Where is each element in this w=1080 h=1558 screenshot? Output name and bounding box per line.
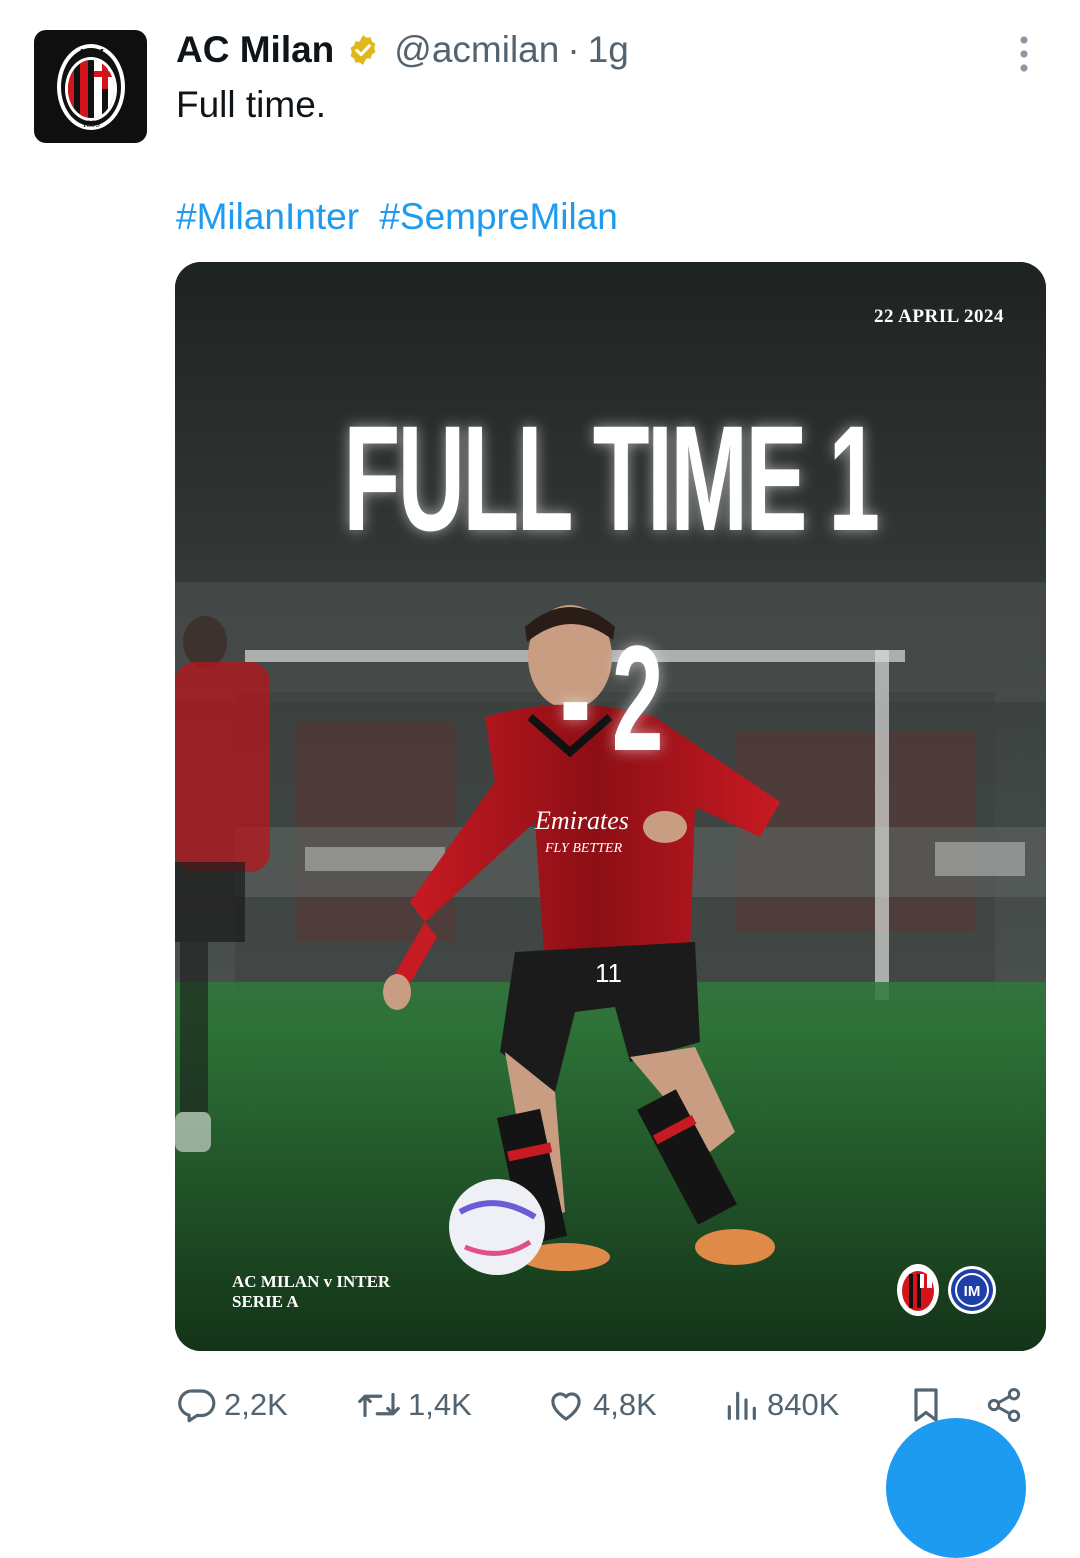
views-button[interactable]: 840K xyxy=(721,1382,839,1428)
like-button[interactable]: 4,8K xyxy=(545,1382,657,1428)
more-icon[interactable] xyxy=(1006,34,1042,74)
compose-fab-button[interactable] xyxy=(886,1418,1026,1558)
like-count: 4,8K xyxy=(593,1387,657,1422)
views-icon xyxy=(727,1391,756,1420)
tweet-text: Full time. xyxy=(176,84,327,125)
hashtag-link[interactable]: #SempreMilan xyxy=(379,196,618,237)
author-name[interactable]: AC Milan xyxy=(176,29,334,71)
retweet-icon xyxy=(358,1392,400,1418)
image-match-teams: AC MILAN v INTER xyxy=(232,1272,391,1291)
tweet-media-image[interactable]: Emirates FLY BETTER 11 22 APRIL 2024 FUL… xyxy=(175,262,1046,1351)
svg-text:ACM: ACM xyxy=(77,47,104,59)
acmilan-badge-icon xyxy=(895,1262,941,1318)
share-button[interactable] xyxy=(984,1382,1024,1428)
avatar[interactable]: ACM 1899 xyxy=(34,30,147,143)
image-match-info: AC MILAN v INTER SERIE A xyxy=(232,1272,390,1312)
reply-button[interactable]: 2,2K xyxy=(176,1382,288,1428)
svg-text:11: 11 xyxy=(595,958,622,988)
tweet-header: AC Milan @acmilan · 1g xyxy=(176,28,629,72)
separator-dot: · xyxy=(567,29,580,70)
hashtag-link[interactable]: #MilanInter xyxy=(176,196,359,237)
image-competition: SERIE A xyxy=(232,1292,299,1311)
reply-icon xyxy=(178,1389,216,1423)
views-count: 840K xyxy=(767,1387,840,1422)
image-headline: FULL TIME 1 - 2 xyxy=(343,394,880,782)
share-icon xyxy=(987,1388,1021,1422)
hashtags: #MilanInter #SempreMilan xyxy=(176,196,618,238)
acmilan-crest-logo: ACM 1899 xyxy=(56,43,125,130)
verified-icon[interactable] xyxy=(346,33,380,67)
retweet-button[interactable]: 1,4K xyxy=(356,1382,472,1428)
like-icon xyxy=(551,1392,581,1421)
image-date: 22 APRIL 2024 xyxy=(873,306,1004,327)
tweet-time[interactable]: 1g xyxy=(588,29,629,71)
reply-count: 2,2K xyxy=(224,1387,288,1422)
retweet-count: 1,4K xyxy=(408,1387,472,1422)
svg-text:1899: 1899 xyxy=(82,119,101,129)
svg-text:FLY BETTER: FLY BETTER xyxy=(544,841,623,856)
svg-text:Emirates: Emirates xyxy=(534,806,629,835)
author-handle[interactable]: @acmilan xyxy=(394,29,559,71)
tweet-actions: 2,2K 1,4K 4,8K 840K xyxy=(0,1382,1080,1428)
svg-text:IM: IM xyxy=(964,1283,981,1300)
inter-badge-icon: IM xyxy=(947,1262,997,1318)
